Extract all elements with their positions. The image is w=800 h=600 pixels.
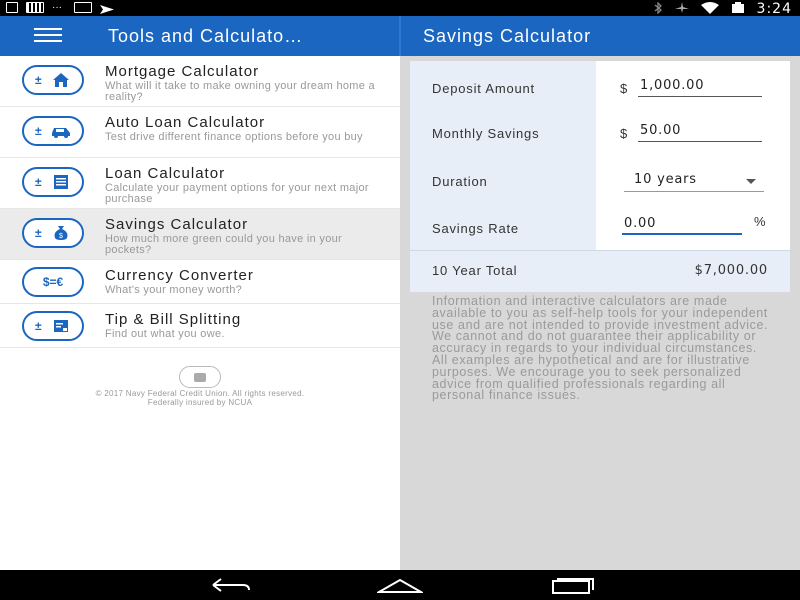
duration-select[interactable]: 10 years bbox=[624, 170, 764, 192]
chevron-down-icon bbox=[746, 179, 756, 184]
mail-icon bbox=[74, 2, 92, 13]
page-title: Tools and Calculato… bbox=[108, 26, 304, 46]
wifi-icon bbox=[700, 1, 719, 17]
total-label: 10 Year Total bbox=[432, 263, 518, 278]
total-row: 10 Year Total $7,000.00 bbox=[410, 250, 790, 292]
system-icons: 3:24 bbox=[653, 0, 792, 17]
deposit-label: Deposit Amount bbox=[432, 81, 535, 96]
hamburger-menu-icon[interactable] bbox=[34, 28, 62, 46]
copyright-line: © 2017 Navy Federal Credit Union. All ri… bbox=[95, 389, 305, 398]
notification-icons: ··· bbox=[6, 2, 114, 14]
download-icon bbox=[6, 2, 18, 13]
list-item-subtitle: How much more green could you have in yo… bbox=[105, 233, 342, 256]
lock-icon bbox=[179, 366, 221, 388]
list-item-title: Loan Calculator bbox=[105, 165, 226, 182]
total-value: $7,000.00 bbox=[694, 263, 768, 278]
list-item-subtitle: What's your money worth? bbox=[105, 284, 243, 296]
calculator-list: ± Mortgage Calculator What will it take … bbox=[0, 56, 400, 570]
send-icon bbox=[100, 2, 114, 14]
list-item-title: Currency Converter bbox=[105, 267, 254, 284]
car-icon: ± bbox=[22, 116, 84, 146]
list-item-loan[interactable]: ± Loan Calculator Calculate your payment… bbox=[0, 158, 400, 209]
battery-icon bbox=[731, 1, 745, 17]
list-item-title: Mortgage Calculator bbox=[105, 63, 260, 80]
app-bar: Tools and Calculato… Savings Calculator bbox=[0, 16, 800, 56]
svg-text:$: $ bbox=[59, 233, 63, 240]
percent-unit: % bbox=[754, 214, 766, 229]
list-item-mortgage[interactable]: ± Mortgage Calculator What will it take … bbox=[0, 56, 400, 107]
airplane-icon bbox=[674, 1, 689, 17]
list-item-subtitle: Calculate your payment options for your … bbox=[105, 182, 369, 205]
savings-rate-field[interactable]: 0.00 bbox=[622, 215, 742, 235]
disclaimer-text: Information and interactive calculators … bbox=[432, 294, 769, 403]
list-item-auto-loan[interactable]: ± Auto Loan Calculator Test drive differ… bbox=[0, 107, 400, 158]
list-item-tip-split[interactable]: ± Tip & Bill Splitting Find out what you… bbox=[0, 304, 400, 348]
system-nav-bar bbox=[0, 570, 800, 600]
notification-icon bbox=[26, 2, 44, 13]
list-item-subtitle: Find out what you owe. bbox=[105, 328, 225, 340]
receipt-icon: ± bbox=[22, 311, 84, 341]
savings-calculator-pane: Deposit Amount $ 1,000.00 Monthly Saving… bbox=[400, 56, 800, 570]
deposit-amount-field[interactable]: 1,000.00 bbox=[638, 77, 762, 97]
monthly-savings-field[interactable]: 50.00 bbox=[638, 122, 762, 142]
status-bar: ··· 3:24 bbox=[0, 0, 800, 17]
pane-divider bbox=[399, 16, 401, 56]
savings-rate-label: Savings Rate bbox=[432, 221, 519, 236]
home-icon[interactable] bbox=[375, 576, 425, 594]
list-item-subtitle: Test drive different finance options bef… bbox=[105, 131, 363, 143]
back-icon[interactable] bbox=[205, 576, 251, 594]
house-icon: ± bbox=[22, 65, 84, 95]
currency-exchange-icon: $=€ bbox=[22, 267, 84, 297]
monthly-savings-label: Monthly Savings bbox=[432, 126, 540, 141]
recent-apps-icon[interactable] bbox=[549, 576, 595, 594]
currency-symbol: $ bbox=[620, 126, 628, 141]
money-bag-icon: ± $ bbox=[22, 218, 84, 248]
clock: 3:24 bbox=[756, 1, 792, 17]
currency-symbol: $=€ bbox=[42, 275, 64, 289]
copyright-text: © 2017 Navy Federal Credit Union. All ri… bbox=[0, 389, 400, 407]
list-item-currency[interactable]: $=€ Currency Converter What's your money… bbox=[0, 260, 400, 304]
document-icon: ± bbox=[22, 167, 84, 197]
dots-icon: ··· bbox=[52, 2, 62, 13]
bluetooth-icon bbox=[653, 0, 663, 17]
currency-symbol: $ bbox=[620, 81, 628, 96]
list-item-title: Tip & Bill Splitting bbox=[105, 311, 242, 328]
calculator-form: Deposit Amount $ 1,000.00 Monthly Saving… bbox=[410, 61, 790, 292]
detail-title: Savings Calculator bbox=[423, 26, 592, 46]
list-item-title: Savings Calculator bbox=[105, 216, 249, 233]
list-item-title: Auto Loan Calculator bbox=[105, 114, 266, 131]
list-item-savings[interactable]: ± $ Savings Calculator How much more gre… bbox=[0, 209, 400, 260]
duration-value: 10 years bbox=[634, 172, 697, 187]
list-item-subtitle: What will it take to make owning your dr… bbox=[105, 80, 375, 103]
duration-label: Duration bbox=[432, 174, 488, 189]
insurance-line: Federally insured by NCUA bbox=[147, 398, 253, 407]
